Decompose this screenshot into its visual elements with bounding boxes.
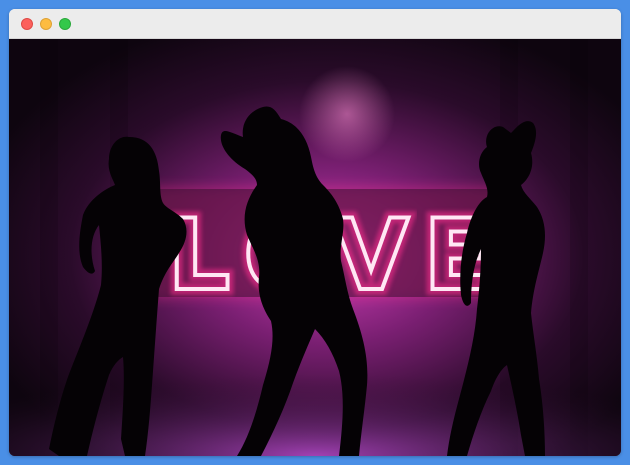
maximize-dot-icon[interactable] xyxy=(59,18,71,30)
image-viewport: LLOOVVEE xyxy=(9,39,621,456)
close-dot-icon[interactable] xyxy=(21,18,33,30)
dancers-neon-image: LLOOVVEE xyxy=(9,39,621,456)
spotlight xyxy=(299,66,395,162)
minimize-dot-icon[interactable] xyxy=(40,18,52,30)
window-titlebar xyxy=(9,9,621,39)
browser-window: LLOOVVEE xyxy=(9,9,621,456)
